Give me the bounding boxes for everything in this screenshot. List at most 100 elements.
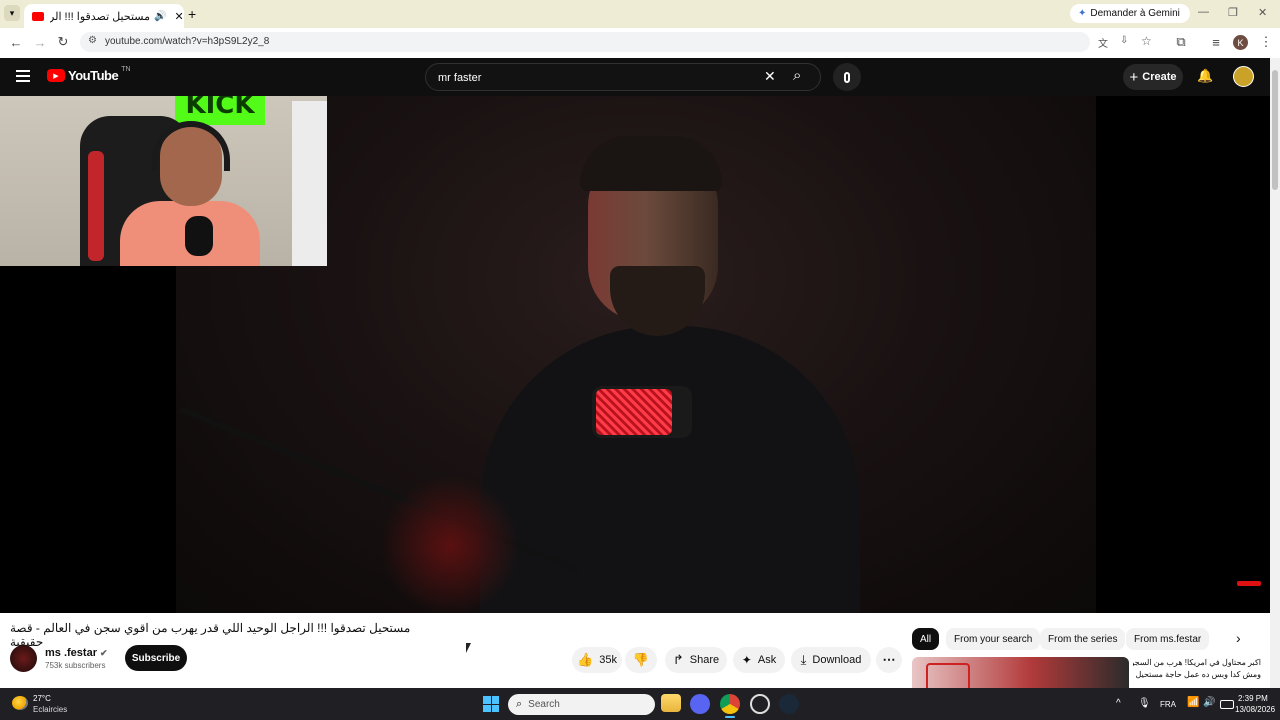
like-button[interactable]: 👍 35k xyxy=(572,647,622,673)
dislike-button[interactable]: 👎 xyxy=(625,647,657,673)
profile-avatar[interactable]: K xyxy=(1233,35,1248,50)
clear-search-icon[interactable]: ✕ xyxy=(764,68,776,85)
gemini-label: Demander à Gemini xyxy=(1090,8,1180,19)
kick-sign-text: KICK xyxy=(185,96,255,120)
steam-icon[interactable] xyxy=(779,694,799,714)
browser-tab-strip: ▾ مستحيل تصدقوا !!! الراجل ال 🔊 ✕ + ✦ De… xyxy=(0,0,1280,28)
chip-from-the-series[interactable]: From the series xyxy=(1040,628,1126,650)
more-dots-icon: ⋯ xyxy=(882,652,896,667)
plus-icon: + xyxy=(1129,68,1139,86)
video-player[interactable]: KICK xyxy=(0,96,1270,613)
input-language[interactable]: FRA xyxy=(1160,700,1176,709)
maximize-button[interactable]: ❐ xyxy=(1228,6,1238,19)
thumbnail-figure xyxy=(926,663,970,688)
search-input[interactable] xyxy=(436,68,760,88)
ask-label: Ask xyxy=(757,654,777,666)
account-avatar[interactable] xyxy=(1233,66,1254,87)
url-text: youtube.com/watch?v=h3pS9L2y2_8 xyxy=(105,36,270,47)
tab-title: مستحيل تصدقوا !!! الراجل ال xyxy=(50,10,150,23)
chips-next-chevron-icon[interactable]: › xyxy=(1236,630,1241,646)
hamburger-menu-icon[interactable] xyxy=(16,70,30,82)
app-icon[interactable] xyxy=(750,694,770,714)
address-bar[interactable]: ⚙ youtube.com/watch?v=h3pS9L2y2_8 ⽂ ⇩ ☆ xyxy=(80,32,1152,52)
subscribe-label: Subscribe xyxy=(131,652,181,664)
chrome-menu-icon[interactable]: ⋮ xyxy=(1258,34,1274,50)
recommended-title-line1[interactable]: اكبر محتاول في امريكا! هرب من السجن xyxy=(1133,658,1261,667)
chrome-active-indicator xyxy=(725,716,735,718)
browser-tab[interactable]: مستحيل تصدقوا !!! الراجل ال 🔊 ✕ xyxy=(24,4,184,28)
youtube-play-icon: ▶ xyxy=(47,69,65,82)
chrome-icon[interactable] xyxy=(720,694,740,714)
microphone-red-grille xyxy=(596,389,672,435)
desk-light xyxy=(292,101,327,266)
chip-label: From ms.festar xyxy=(1134,633,1202,645)
wifi-icon[interactable]: 📶 xyxy=(1187,697,1199,708)
youtube-wordmark: YouTube xyxy=(68,68,119,83)
chip-all[interactable]: All xyxy=(912,628,940,650)
share-button[interactable]: ↱ Share xyxy=(665,647,727,673)
taskbar-search[interactable]: ⌕ Search xyxy=(508,694,655,715)
create-label: Create xyxy=(1142,71,1177,83)
clock-time[interactable]: 2:39 PM xyxy=(1238,694,1268,703)
windows-start-icon[interactable] xyxy=(483,696,499,712)
verified-check-icon: ✔ xyxy=(99,647,108,658)
tab-search-button[interactable]: ▾ xyxy=(4,5,20,21)
thumbs-down-icon: 👎 xyxy=(632,652,650,667)
discord-icon[interactable] xyxy=(690,694,710,714)
more-actions-button[interactable]: ⋯ xyxy=(876,647,902,673)
battery-icon[interactable] xyxy=(1220,700,1234,709)
sparkle-icon: ✦ xyxy=(1078,8,1087,19)
subscribe-button[interactable]: Subscribe xyxy=(125,645,187,671)
youtube-logo[interactable]: ▶ YouTube TN xyxy=(47,66,131,83)
notifications-bell-icon[interactable]: 🔔 xyxy=(1197,68,1213,83)
ask-button[interactable]: ✦ Ask xyxy=(733,647,785,673)
microphone-icon xyxy=(844,71,850,83)
channel-avatar[interactable] xyxy=(10,645,37,672)
weather-icon[interactable] xyxy=(12,696,28,710)
taskbar-search-icon: ⌕ xyxy=(516,698,523,710)
player-watermark-icon xyxy=(1237,581,1261,586)
channel-name[interactable]: ms .festar ✔ xyxy=(45,647,108,659)
tray-overflow-chevron-icon[interactable]: ^ xyxy=(1116,698,1121,709)
install-icon[interactable]: ⇩ xyxy=(1120,35,1128,46)
back-arrow-icon[interactable]: ← xyxy=(8,34,24,50)
site-info-icon[interactable]: ⚙ xyxy=(88,35,97,46)
clock-date[interactable]: 13/08/2026 xyxy=(1235,705,1275,714)
subscriber-count: 753k subscribers xyxy=(45,661,106,670)
search-icon[interactable]: ⌕ xyxy=(793,67,801,84)
download-label: Download xyxy=(812,654,862,666)
chip-from-your-search[interactable]: From your search xyxy=(946,628,1041,650)
tray-microphone-icon[interactable]: 🎙 xyxy=(1138,698,1151,709)
recommended-thumbnail[interactable] xyxy=(912,657,1129,688)
chip-label: From the series xyxy=(1048,633,1118,645)
forward-arrow-icon[interactable]: → xyxy=(32,34,48,50)
video-title: مستحيل تصدقوا !!! الراجل الوحيد اللي قدر… xyxy=(10,621,411,649)
thumbs-up-icon: 👍 xyxy=(577,652,594,667)
webcam-overlay: KICK xyxy=(0,96,327,266)
translate-icon[interactable]: ⽂ xyxy=(1098,35,1108,50)
recommended-title-line2[interactable]: ومش كدا وبس ده عمل حاجة مستحيل xyxy=(1133,670,1261,679)
scrollbar-thumb[interactable] xyxy=(1272,70,1278,190)
taskbar-search-placeholder: Search xyxy=(528,699,560,710)
minimize-button[interactable]: — xyxy=(1198,6,1209,18)
download-button[interactable]: ⤓ Download xyxy=(791,647,871,673)
chip-label: From your search xyxy=(954,633,1033,645)
new-tab-button[interactable]: + xyxy=(188,6,196,22)
file-explorer-icon[interactable] xyxy=(661,694,681,712)
create-button[interactable]: + Create xyxy=(1123,64,1183,90)
close-window-button[interactable]: ✕ xyxy=(1258,6,1267,19)
extensions-icon[interactable]: ⧉ xyxy=(1173,34,1189,50)
media-control-icon[interactable]: ≡ xyxy=(1208,34,1224,50)
share-arrow-icon: ↱ xyxy=(672,652,684,667)
reload-icon[interactable]: ↻ xyxy=(55,34,71,50)
bookmark-star-icon[interactable]: ☆ xyxy=(1141,34,1152,48)
chip-label: All xyxy=(920,633,932,645)
voice-search-button[interactable] xyxy=(833,63,861,91)
download-icon: ⤓ xyxy=(800,652,807,667)
sparkle-icon: ✦ xyxy=(741,653,752,667)
volume-icon[interactable]: 🔊 xyxy=(1203,697,1215,708)
speaker-icon: 🔊 xyxy=(154,10,167,22)
close-tab-icon[interactable]: ✕ xyxy=(174,10,183,23)
gemini-button[interactable]: ✦ Demander à Gemini xyxy=(1070,4,1190,23)
chip-from-channel[interactable]: From ms.festar xyxy=(1126,628,1210,650)
